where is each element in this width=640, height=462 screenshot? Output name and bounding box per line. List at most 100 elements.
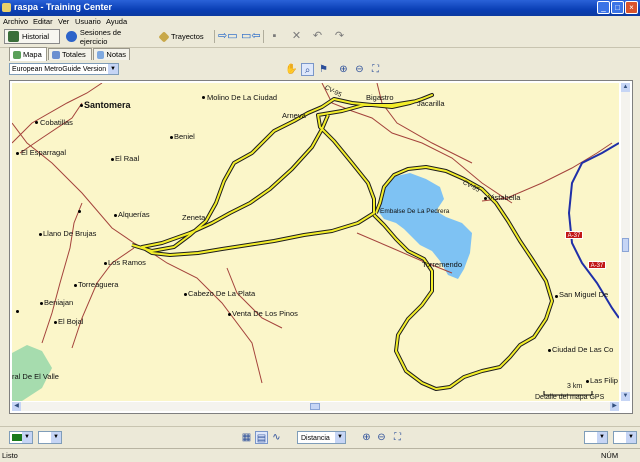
- chart-view-icon[interactable]: ▦: [240, 431, 253, 444]
- title-bar: raspa - Training Center _ □ ×: [0, 0, 640, 16]
- chevron-down-icon: ▼: [626, 432, 636, 443]
- right-select-2[interactable]: ▼: [613, 431, 637, 444]
- place-dot: [114, 214, 117, 217]
- place-dot: [78, 210, 81, 213]
- save-icon[interactable]: ▪: [268, 30, 281, 43]
- close-button[interactable]: ×: [625, 1, 638, 14]
- menu-editar[interactable]: Editar: [33, 17, 53, 26]
- menu-bar: Archivo Editar Ver Usuario Ayuda: [0, 16, 640, 27]
- map-toolbar: European MetroGuide Version 6 ▼ ✋ ⌕ ⚑ ⊕ …: [0, 61, 640, 78]
- place-dot: [104, 262, 107, 265]
- menu-ver[interactable]: Ver: [58, 17, 69, 26]
- toolbar-separator: [263, 30, 264, 43]
- flag-icon[interactable]: ⚑: [317, 63, 330, 76]
- metric-select[interactable]: Distancia ▼: [297, 431, 346, 444]
- place-filipinas: Las Filip: [590, 376, 618, 385]
- highway-shield-a37: A-37: [588, 261, 606, 269]
- place-vistabella: Vistabella: [488, 193, 521, 202]
- place-torreaguera: Torreaguera: [78, 280, 119, 289]
- tab-mapa[interactable]: Mapa: [9, 47, 47, 61]
- zoom-fit-icon[interactable]: ⛶: [369, 63, 382, 76]
- place-dot: [484, 197, 487, 200]
- menu-usuario[interactable]: Usuario: [75, 17, 101, 26]
- map-horizontal-scrollbar[interactable]: ◀ ▶: [12, 402, 619, 411]
- place-beniel: Beniel: [174, 132, 195, 141]
- num-lock-indicator: NÚM: [601, 451, 619, 460]
- zoom-out-icon[interactable]: ⊖: [375, 431, 388, 444]
- place-dot: [39, 233, 42, 236]
- tab-notas[interactable]: Notas: [93, 48, 130, 60]
- notes-icon: [97, 50, 105, 59]
- place-dot: [35, 121, 38, 124]
- send-to-device-icon[interactable]: ⇨▭: [218, 30, 238, 43]
- place-llano: Llano De Brujas: [43, 229, 97, 238]
- place-torremendo: Torremendo: [422, 260, 463, 269]
- highway-shield-a37: A-37: [565, 231, 583, 239]
- scroll-left-icon[interactable]: ◀: [12, 402, 21, 411]
- sesiones-button[interactable]: Sesiones de ejercicio: [63, 28, 153, 46]
- place-molino: Molino De La Ciudad: [207, 93, 278, 102]
- view-tabs: Mapa Totales Notas: [0, 47, 640, 61]
- scroll-up-icon[interactable]: ▲: [621, 83, 630, 92]
- place-alquerias: Alquerías: [118, 210, 150, 219]
- map-scale-label: 3 km: [567, 383, 583, 390]
- scroll-thumb[interactable]: [622, 238, 629, 252]
- status-bar: Listo NÚM: [0, 448, 640, 462]
- graph-view-icon[interactable]: ∿: [270, 431, 283, 444]
- historial-button[interactable]: Historial: [4, 29, 60, 44]
- zoom-in-icon[interactable]: ⊕: [360, 431, 373, 444]
- maximize-button[interactable]: □: [611, 1, 624, 14]
- place-valle: ral De El Valle: [12, 372, 59, 381]
- line-width-select[interactable]: ▼: [38, 431, 62, 444]
- place-venta: Venta De Los Pinos: [232, 309, 298, 318]
- receive-from-device-icon[interactable]: ▭⇦: [241, 30, 261, 43]
- place-dot: [555, 295, 558, 298]
- menu-ayuda[interactable]: Ayuda: [106, 17, 127, 26]
- place-dot: [548, 349, 551, 352]
- scroll-thumb[interactable]: [310, 403, 320, 410]
- place-dot: [80, 104, 83, 107]
- app-icon: [2, 3, 11, 12]
- color-picker[interactable]: ▼: [9, 431, 33, 444]
- menu-archivo[interactable]: Archivo: [3, 17, 28, 26]
- delete-icon[interactable]: ✕: [290, 30, 303, 43]
- place-beniajan: Beniajan: [44, 298, 74, 307]
- map-product-select[interactable]: European MetroGuide Version 6 ▼: [9, 63, 119, 75]
- place-cobatillas: Cobatillas: [40, 118, 73, 127]
- place-dot: [586, 380, 589, 383]
- zoom-out-icon[interactable]: ⊖: [353, 63, 366, 76]
- chevron-down-icon: ▼: [51, 432, 61, 443]
- zoom-in-icon[interactable]: ⊕: [337, 63, 350, 76]
- chart-toolbar: ▼ ▼ ▦ ▤ ∿ Distancia ▼ ⊕ ⊖ ⛶ ▼ ▼: [0, 426, 640, 449]
- map-vertical-scrollbar[interactable]: ▲ ▼: [621, 83, 630, 401]
- place-ramos: Los Ramos: [108, 258, 146, 267]
- place-dot: [202, 96, 205, 99]
- minimize-button[interactable]: _: [597, 1, 610, 14]
- chevron-down-icon: ▼: [108, 64, 118, 74]
- zoom-tool-icon[interactable]: ⌕: [301, 63, 314, 76]
- split-view-icon[interactable]: ▤: [255, 431, 268, 444]
- main-toolbar: Historial Sesiones de ejercicio Trayecto…: [0, 27, 640, 48]
- redo-icon[interactable]: ↷: [333, 30, 346, 43]
- tab-totales[interactable]: Totales: [48, 48, 92, 60]
- place-cabezo: Cabezo De La Plata: [188, 289, 256, 298]
- place-dot: [16, 152, 19, 155]
- scroll-right-icon[interactable]: ▶: [610, 402, 619, 411]
- window-title: raspa - Training Center: [14, 2, 113, 12]
- history-icon: [8, 31, 19, 42]
- pan-hand-icon[interactable]: ✋: [285, 63, 298, 76]
- map-canvas[interactable]: Santomera Molino De La Ciudad Bigastro J…: [12, 83, 619, 401]
- place-dot: [111, 158, 114, 161]
- place-dot: [228, 313, 231, 316]
- scroll-down-icon[interactable]: ▼: [621, 392, 630, 401]
- place-embalse: Embalse De La Pedrera: [380, 208, 450, 215]
- map-icon: [13, 50, 21, 59]
- trayectos-button[interactable]: Trayectos: [157, 29, 213, 44]
- right-select-1[interactable]: ▼: [584, 431, 608, 444]
- place-dot: [170, 136, 173, 139]
- chevron-down-icon: ▼: [597, 432, 607, 443]
- zoom-fit-icon[interactable]: ⛶: [391, 431, 404, 444]
- place-dot: [54, 321, 57, 324]
- map-panel: Santomera Molino De La Ciudad Bigastro J…: [9, 80, 633, 414]
- undo-icon[interactable]: ↶: [311, 30, 324, 43]
